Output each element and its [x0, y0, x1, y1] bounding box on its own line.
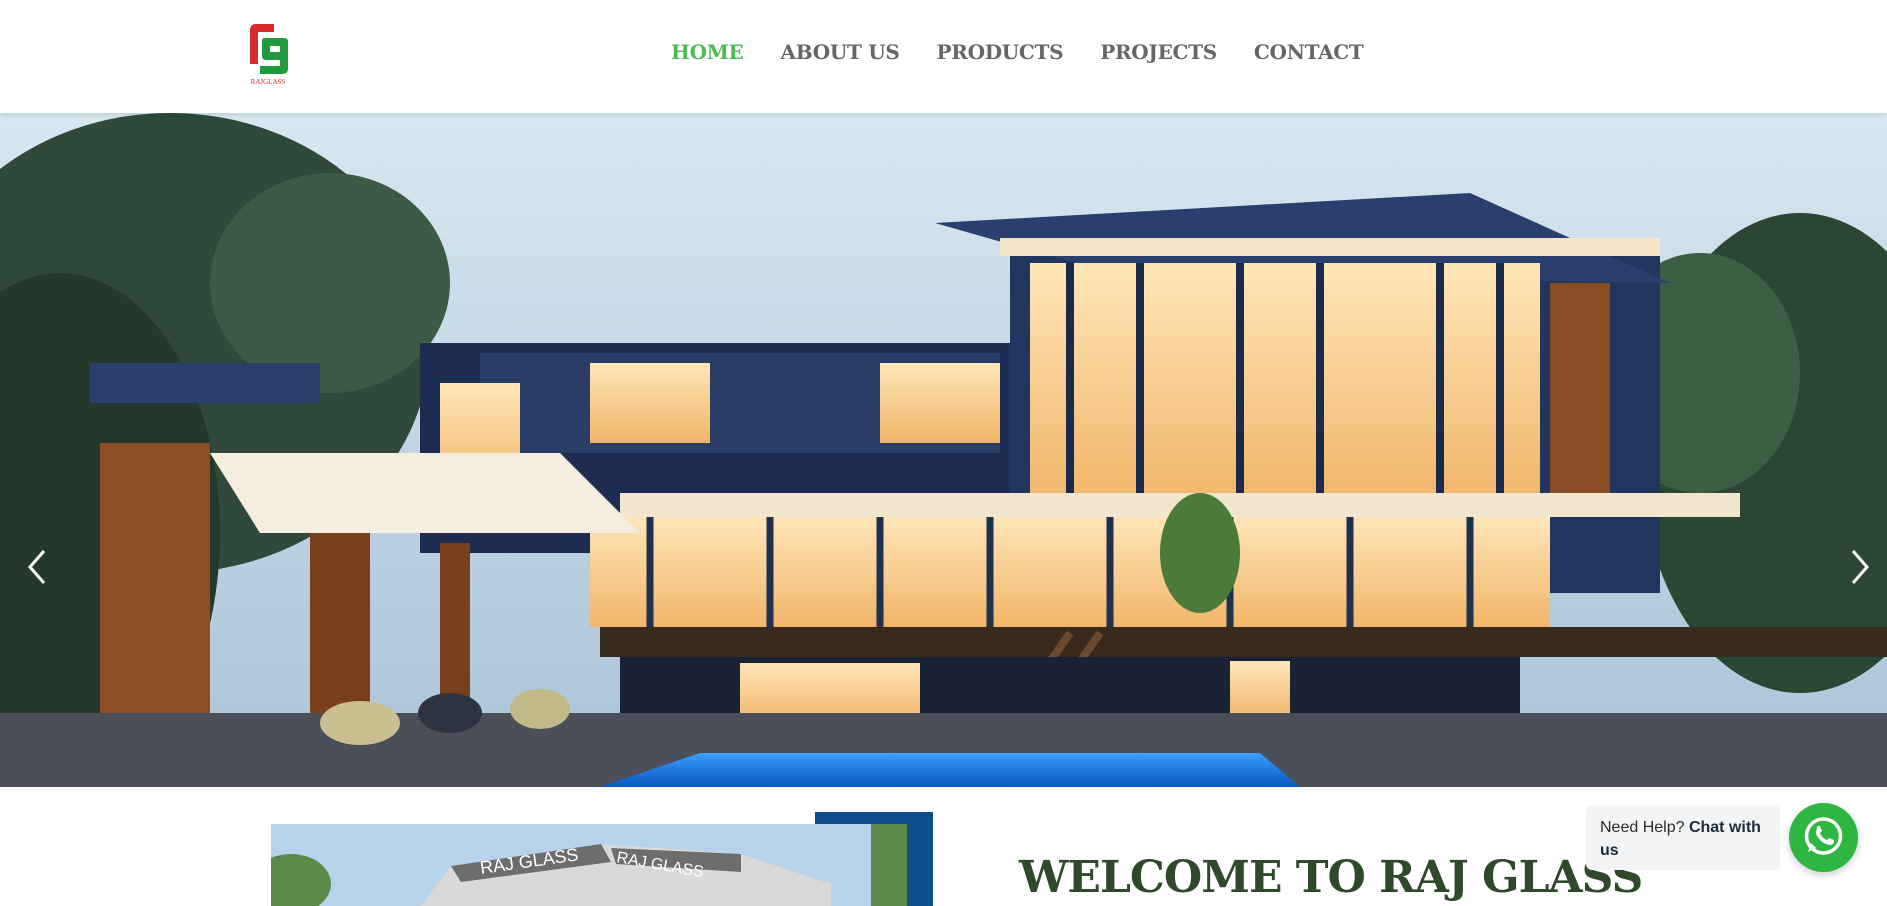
logo-brand-glass: GLASS [263, 78, 286, 86]
main-nav: HOME ABOUT US PRODUCTS PROJECTS CONTACT [671, 38, 1401, 66]
chevron-right-icon [1851, 550, 1869, 584]
logo-wordmark: RAJGLASS [244, 78, 292, 86]
slider-prev-button[interactable] [22, 545, 52, 589]
site-header: RAJGLASS HOME ABOUT US PRODUCTS PROJECTS… [0, 0, 1887, 113]
welcome-heading: WELCOME TO RAJ GLASS [1019, 852, 1643, 903]
nav-home[interactable]: HOME [671, 38, 744, 66]
chevron-left-icon [28, 550, 46, 584]
logo-brand-raj: RAJ [250, 78, 264, 86]
nav-contact[interactable]: CONTACT [1254, 38, 1364, 66]
chat-help-bubble[interactable]: Need Help? Chat with us [1586, 805, 1780, 870]
hero-house-image [0, 113, 1887, 787]
slider-next-button[interactable] [1845, 545, 1875, 589]
hero-slider [0, 113, 1887, 787]
building-illustration: RAJ GLASS RAJ GLASS [271, 824, 907, 906]
about-building-image: RAJ GLASS RAJ GLASS [271, 824, 907, 906]
nav-projects[interactable]: PROJECTS [1100, 38, 1217, 66]
rg-logo-icon [250, 24, 288, 74]
site-logo[interactable]: RAJGLASS [244, 20, 292, 90]
nav-about-us[interactable]: ABOUT US [781, 38, 900, 66]
chat-prefix: Need Help? [1600, 819, 1685, 836]
whatsapp-chat-button[interactable] [1789, 803, 1858, 872]
nav-products[interactable]: PRODUCTS [937, 38, 1064, 66]
whatsapp-icon [1804, 817, 1843, 855]
